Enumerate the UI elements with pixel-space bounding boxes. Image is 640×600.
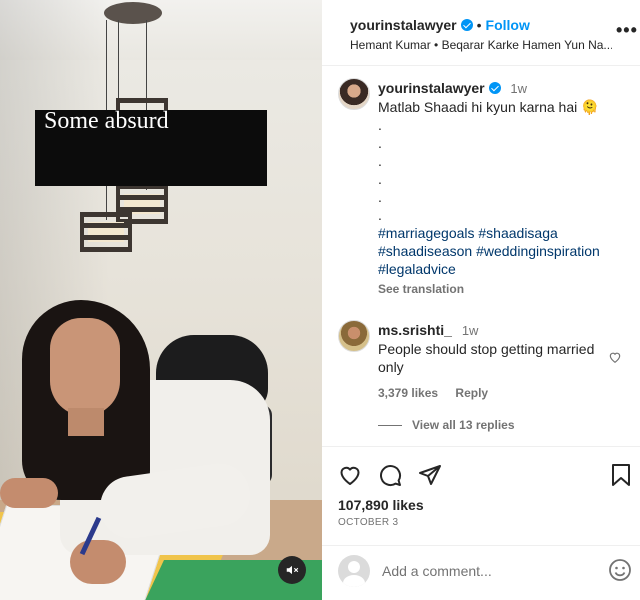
caption-dot: .: [378, 153, 382, 169]
verified-badge-icon: [460, 19, 473, 31]
header-separator: •: [476, 17, 482, 33]
bookmark-icon[interactable]: [610, 463, 632, 487]
caption-dot: .: [378, 207, 382, 223]
avatar: [338, 555, 370, 587]
mute-button[interactable]: [278, 556, 306, 584]
comment-text: People should stop getting married only: [378, 341, 595, 375]
audio-track[interactable]: Hemant Kumar • Beqarar Karke Hamen Yun N…: [350, 38, 612, 52]
header-username[interactable]: yourinstalawyer: [350, 17, 457, 33]
reel-video[interactable]: Some absurd: [0, 0, 322, 600]
share-icon[interactable]: [418, 463, 442, 487]
likes-count[interactable]: 107,890 likes: [338, 497, 424, 513]
comment-username[interactable]: ms.srishti_: [378, 322, 452, 338]
caption-time[interactable]: 1w: [510, 81, 527, 96]
reply-button[interactable]: Reply: [455, 386, 488, 400]
verified-badge-icon: [488, 82, 501, 94]
heart-icon[interactable]: [338, 463, 362, 487]
pendant-lamp: [80, 212, 132, 252]
post-panel: yourinstalawyer • Follow Hemant Kumar • …: [322, 0, 640, 600]
comment-time[interactable]: 1w: [462, 323, 479, 338]
see-translation-link[interactable]: See translation: [378, 282, 628, 296]
view-replies-label: View all 13 replies: [412, 418, 515, 432]
hashtag-link[interactable]: #marriagegoals #shaadisaga: [378, 224, 628, 242]
emoji-icon: [609, 559, 631, 581]
ceiling-rose: [104, 2, 162, 24]
caption-text: Matlab Shaadi hi kyun karna hai 🫠: [378, 99, 599, 115]
view-replies-button[interactable]: View all 13 replies: [378, 418, 515, 432]
avatar[interactable]: [338, 78, 370, 110]
caption-username[interactable]: yourinstalawyer: [378, 80, 485, 96]
comment-input[interactable]: [382, 560, 592, 582]
more-options-icon[interactable]: •••: [616, 20, 638, 41]
caption-overlay-text: Some absurd: [44, 108, 169, 134]
person-face: [50, 318, 120, 416]
comment-icon[interactable]: [378, 463, 402, 487]
emoji-button[interactable]: [608, 558, 632, 585]
hashtag-link[interactable]: #legaladvice: [378, 260, 628, 278]
post-actions: 107,890 likes OCTOBER 3: [322, 446, 640, 600]
caption-dot: .: [378, 117, 382, 133]
avatar[interactable]: [338, 320, 370, 352]
add-comment-bar: [322, 545, 640, 600]
caption-dot: .: [378, 189, 382, 205]
hashtag-link[interactable]: #shaadiseason #weddinginspiration: [378, 242, 628, 260]
post-header: yourinstalawyer • Follow Hemant Kumar • …: [322, 0, 640, 66]
mute-icon: [286, 565, 299, 575]
caption-dot: .: [378, 171, 382, 187]
post-date[interactable]: OCTOBER 3: [338, 517, 398, 528]
caption-dot: .: [378, 135, 382, 151]
comment-likes[interactable]: 3,379 likes: [378, 386, 438, 400]
follow-button[interactable]: Follow: [486, 17, 530, 33]
comment-heart-icon[interactable]: [608, 350, 622, 367]
